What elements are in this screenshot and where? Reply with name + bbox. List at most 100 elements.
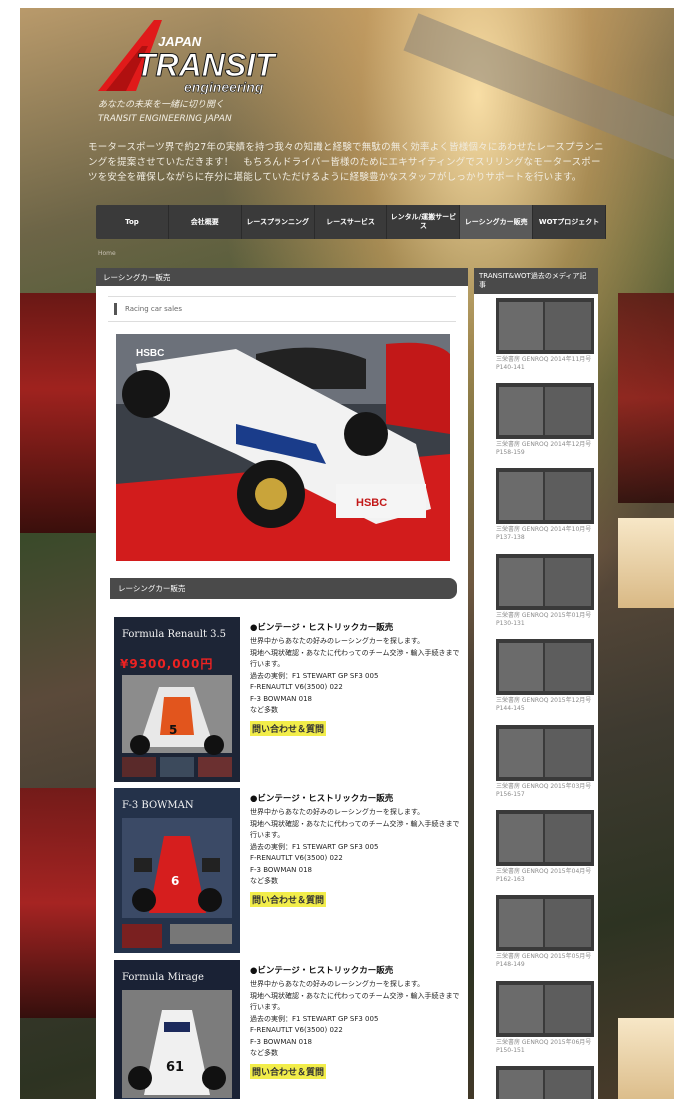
product-info-1: ●ビンテージ・ヒストリックカー販売 世界中からあなたの好みのレーシングカーを探し…: [250, 621, 460, 736]
media-article-3[interactable]: 三栄書房 GENROQ 2014年10月号 P137-138: [496, 468, 594, 542]
media-article-1[interactable]: 三栄書房 GENROQ 2014年11月号 P140-141: [496, 298, 594, 372]
nav-item-rental-transport[interactable]: レンタル/運搬サービス: [387, 205, 461, 239]
product-thumb-title-1: Formula Renault 3.5: [122, 629, 227, 640]
nav-item-racing-car-sales[interactable]: レーシングカー販売: [460, 205, 534, 239]
nav-item-race-service[interactable]: レースサービス: [315, 205, 388, 239]
red-car-left-bottom: [20, 788, 98, 1018]
nav-item-top[interactable]: Top: [96, 205, 169, 239]
media-thumb-10: [496, 1066, 594, 1099]
media-caption-7: 三栄書房 GENROQ 2015年04月号 P162-163: [496, 868, 592, 883]
product-line-3-3: 過去の実例：F1 STEWART GP SF3 005: [250, 1014, 379, 1023]
car-number-3: 61: [166, 1060, 185, 1075]
product-line-3-5: F-3 BOWMAN 018: [250, 1037, 312, 1046]
product-line-2-2: 現地へ現状確認・あなたに代わってのチーム交渉・輸入手続きまで行います。: [250, 819, 460, 840]
product-thumb-price-1: ¥9300,000円: [120, 657, 214, 671]
page-title: レーシングカー販売: [96, 268, 468, 286]
media-article-2[interactable]: 三栄書房 GENROQ 2014年12月号 P158-159: [496, 383, 594, 457]
inquiry-link-3[interactable]: 問い合わせ＆質問: [250, 1063, 327, 1079]
media-thumb-7: [496, 810, 594, 866]
product-line-3-6: など多数: [250, 1049, 278, 1057]
product-thumb-title-3: Formula Mirage: [122, 972, 204, 983]
red-car-right: [618, 293, 674, 503]
media-caption-1: 三栄書房 GENROQ 2014年11月号 P140-141: [496, 356, 592, 371]
product-line-1-2: 現地へ現状確認・あなたに代わってのチーム交渉・輸入手続きまで行います。: [250, 648, 460, 669]
section-title: レーシングカー販売: [110, 578, 457, 599]
product-line-1-3: 過去の実例：F1 STEWART GP SF3 005: [250, 671, 379, 680]
site-logo[interactable]: JAPAN TRANSIT engineering: [96, 16, 286, 95]
sky-patch: [618, 518, 674, 608]
product-line-1-4: F-RENAUTLT V6(3500) 022: [250, 683, 343, 691]
nav-item-wot-project[interactable]: WOTプロジェクト: [533, 205, 607, 239]
main-content: レーシングカー販売 Racing car sales HSBC HSBC レーシ…: [96, 268, 468, 1099]
product-card-3: Formula Mirage 61 ●ビンテージ・ヒストリックカー販売 世界中か…: [114, 960, 459, 1099]
inquiry-link-1[interactable]: 問い合わせ＆質問: [250, 720, 327, 736]
media-thumb-2: [496, 383, 594, 439]
tagline-line1: あなたの未来を一緒に切り開く: [98, 100, 225, 110]
product-thumbnail-2[interactable]: F-3 BOWMAN 6: [114, 788, 240, 953]
media-thumb-4: [496, 554, 594, 610]
product-info-3: ●ビンテージ・ヒストリックカー販売 世界中からあなたの好みのレーシングカーを探し…: [250, 964, 460, 1079]
product-line-2-4: F-RENAUTLT V6(3500) 022: [250, 854, 343, 862]
media-article-10[interactable]: [496, 1066, 594, 1099]
main-nav: Top 会社概要 レースプランニング レースサービス レンタル/運搬サービス レ…: [96, 205, 607, 239]
product-line-3-1: 世界中からあなたの好みのレーシングカーを探します。: [250, 980, 425, 988]
tagline: あなたの未来を一緒に切り開く TRANSIT ENGINEERING JAPAN: [98, 98, 232, 126]
media-caption-2: 三栄書房 GENROQ 2014年12月号 P158-159: [496, 441, 592, 456]
product-thumbnail-1[interactable]: Formula Renault 3.5 ¥9300,000円 5: [114, 617, 240, 782]
media-article-6[interactable]: 三栄書房 GENROQ 2015年03月号 P156-157: [496, 725, 594, 799]
red-car-left-top: [20, 293, 98, 533]
media-caption-5: 三栄書房 GENROQ 2015年12月号 P144-145: [496, 697, 592, 712]
media-article-5[interactable]: 三栄書房 GENROQ 2015年12月号 P144-145: [496, 639, 594, 713]
product-card-2: F-3 BOWMAN 6 ●ビンテージ・ヒストリックカー販売 世界中からあなたの…: [114, 788, 459, 953]
nav-item-company[interactable]: 会社概要: [169, 205, 242, 239]
product-thumb-title-2: F-3 BOWMAN: [122, 800, 194, 811]
media-article-9[interactable]: 三栄書房 GENROQ 2015年06月号 P150-151: [496, 981, 594, 1055]
media-thumb-8: [496, 895, 594, 951]
logo-engineering-text: engineering: [184, 79, 264, 94]
tagline-line2: TRANSIT ENGINEERING JAPAN: [98, 114, 232, 124]
svg-text:HSBC: HSBC: [356, 497, 387, 509]
inquiry-link-2[interactable]: 問い合わせ＆質問: [250, 891, 327, 907]
sidebar-title: TRANSIT&WOT過去のメディア記事: [474, 268, 598, 294]
product-line-1-6: など多数: [250, 706, 278, 714]
media-caption-6: 三栄書房 GENROQ 2015年03月号 P156-157: [496, 783, 592, 798]
product-line-2-1: 世界中からあなたの好みのレーシングカーを探します。: [250, 808, 425, 816]
subheading-text: Racing car sales: [125, 305, 182, 313]
media-caption-8: 三栄書房 GENROQ 2015年05月号 P148-149: [496, 953, 592, 968]
nav-item-race-planning[interactable]: レースプランニング: [242, 205, 315, 239]
subheading-box: Racing car sales: [108, 296, 456, 322]
product-heading-1: ●ビンテージ・ヒストリックカー販売: [250, 623, 394, 633]
car-number-1: 5: [169, 723, 178, 737]
product-heading-3: ●ビンテージ・ヒストリックカー販売: [250, 966, 394, 976]
media-caption-3: 三栄書房 GENROQ 2014年10月号 P137-138: [496, 526, 592, 541]
media-article-8[interactable]: 三栄書房 GENROQ 2015年05月号 P148-149: [496, 895, 594, 969]
media-thumb-9: [496, 981, 594, 1037]
product-heading-2: ●ビンテージ・ヒストリックカー販売: [250, 794, 394, 804]
product-info-2: ●ビンテージ・ヒストリックカー販売 世界中からあなたの好みのレーシングカーを探し…: [250, 792, 460, 907]
media-thumb-6: [496, 725, 594, 781]
product-line-1-1: 世界中からあなたの好みのレーシングカーを探します。: [250, 637, 425, 645]
media-thumb-3: [496, 468, 594, 524]
car-number-2: 6: [171, 874, 180, 888]
product-line-2-3: 過去の実例：F1 STEWART GP SF3 005: [250, 842, 379, 851]
media-thumb-1: [496, 298, 594, 354]
intro-text: モータースポーツ界で約27年の実績を持つ我々の知識と経験で無駄の無く効率よく皆様…: [88, 142, 604, 183]
media-article-4[interactable]: 三栄書房 GENROQ 2015年01月号 P130-131: [496, 554, 594, 628]
svg-text:HSBC: HSBC: [136, 348, 164, 359]
hero-image: HSBC HSBC: [116, 334, 450, 561]
sky-patch-bottom: [618, 1018, 674, 1099]
product-thumbnail-3[interactable]: Formula Mirage 61: [114, 960, 240, 1099]
product-line-1-5: F-3 BOWMAN 018: [250, 694, 312, 703]
product-line-2-6: など多数: [250, 877, 278, 885]
media-sidebar: TRANSIT&WOT過去のメディア記事 三栄書房 GENROQ 2014年11…: [474, 268, 598, 1099]
product-line-3-4: F-RENAUTLT V6(3500) 022: [250, 1026, 343, 1034]
subheading-marker: [114, 303, 117, 315]
product-card-1: Formula Renault 3.5 ¥9300,000円 5 ●ビンテージ・…: [114, 617, 459, 782]
media-thumb-5: [496, 639, 594, 695]
product-line-3-2: 現地へ現状確認・あなたに代わってのチーム交渉・輸入手続きまで行います。: [250, 991, 460, 1012]
breadcrumb[interactable]: Home: [98, 250, 116, 257]
media-caption-9: 三栄書房 GENROQ 2015年06月号 P150-151: [496, 1039, 592, 1054]
media-article-7[interactable]: 三栄書房 GENROQ 2015年04月号 P162-163: [496, 810, 594, 884]
product-line-2-5: F-3 BOWMAN 018: [250, 865, 312, 874]
media-caption-4: 三栄書房 GENROQ 2015年01月号 P130-131: [496, 612, 592, 627]
